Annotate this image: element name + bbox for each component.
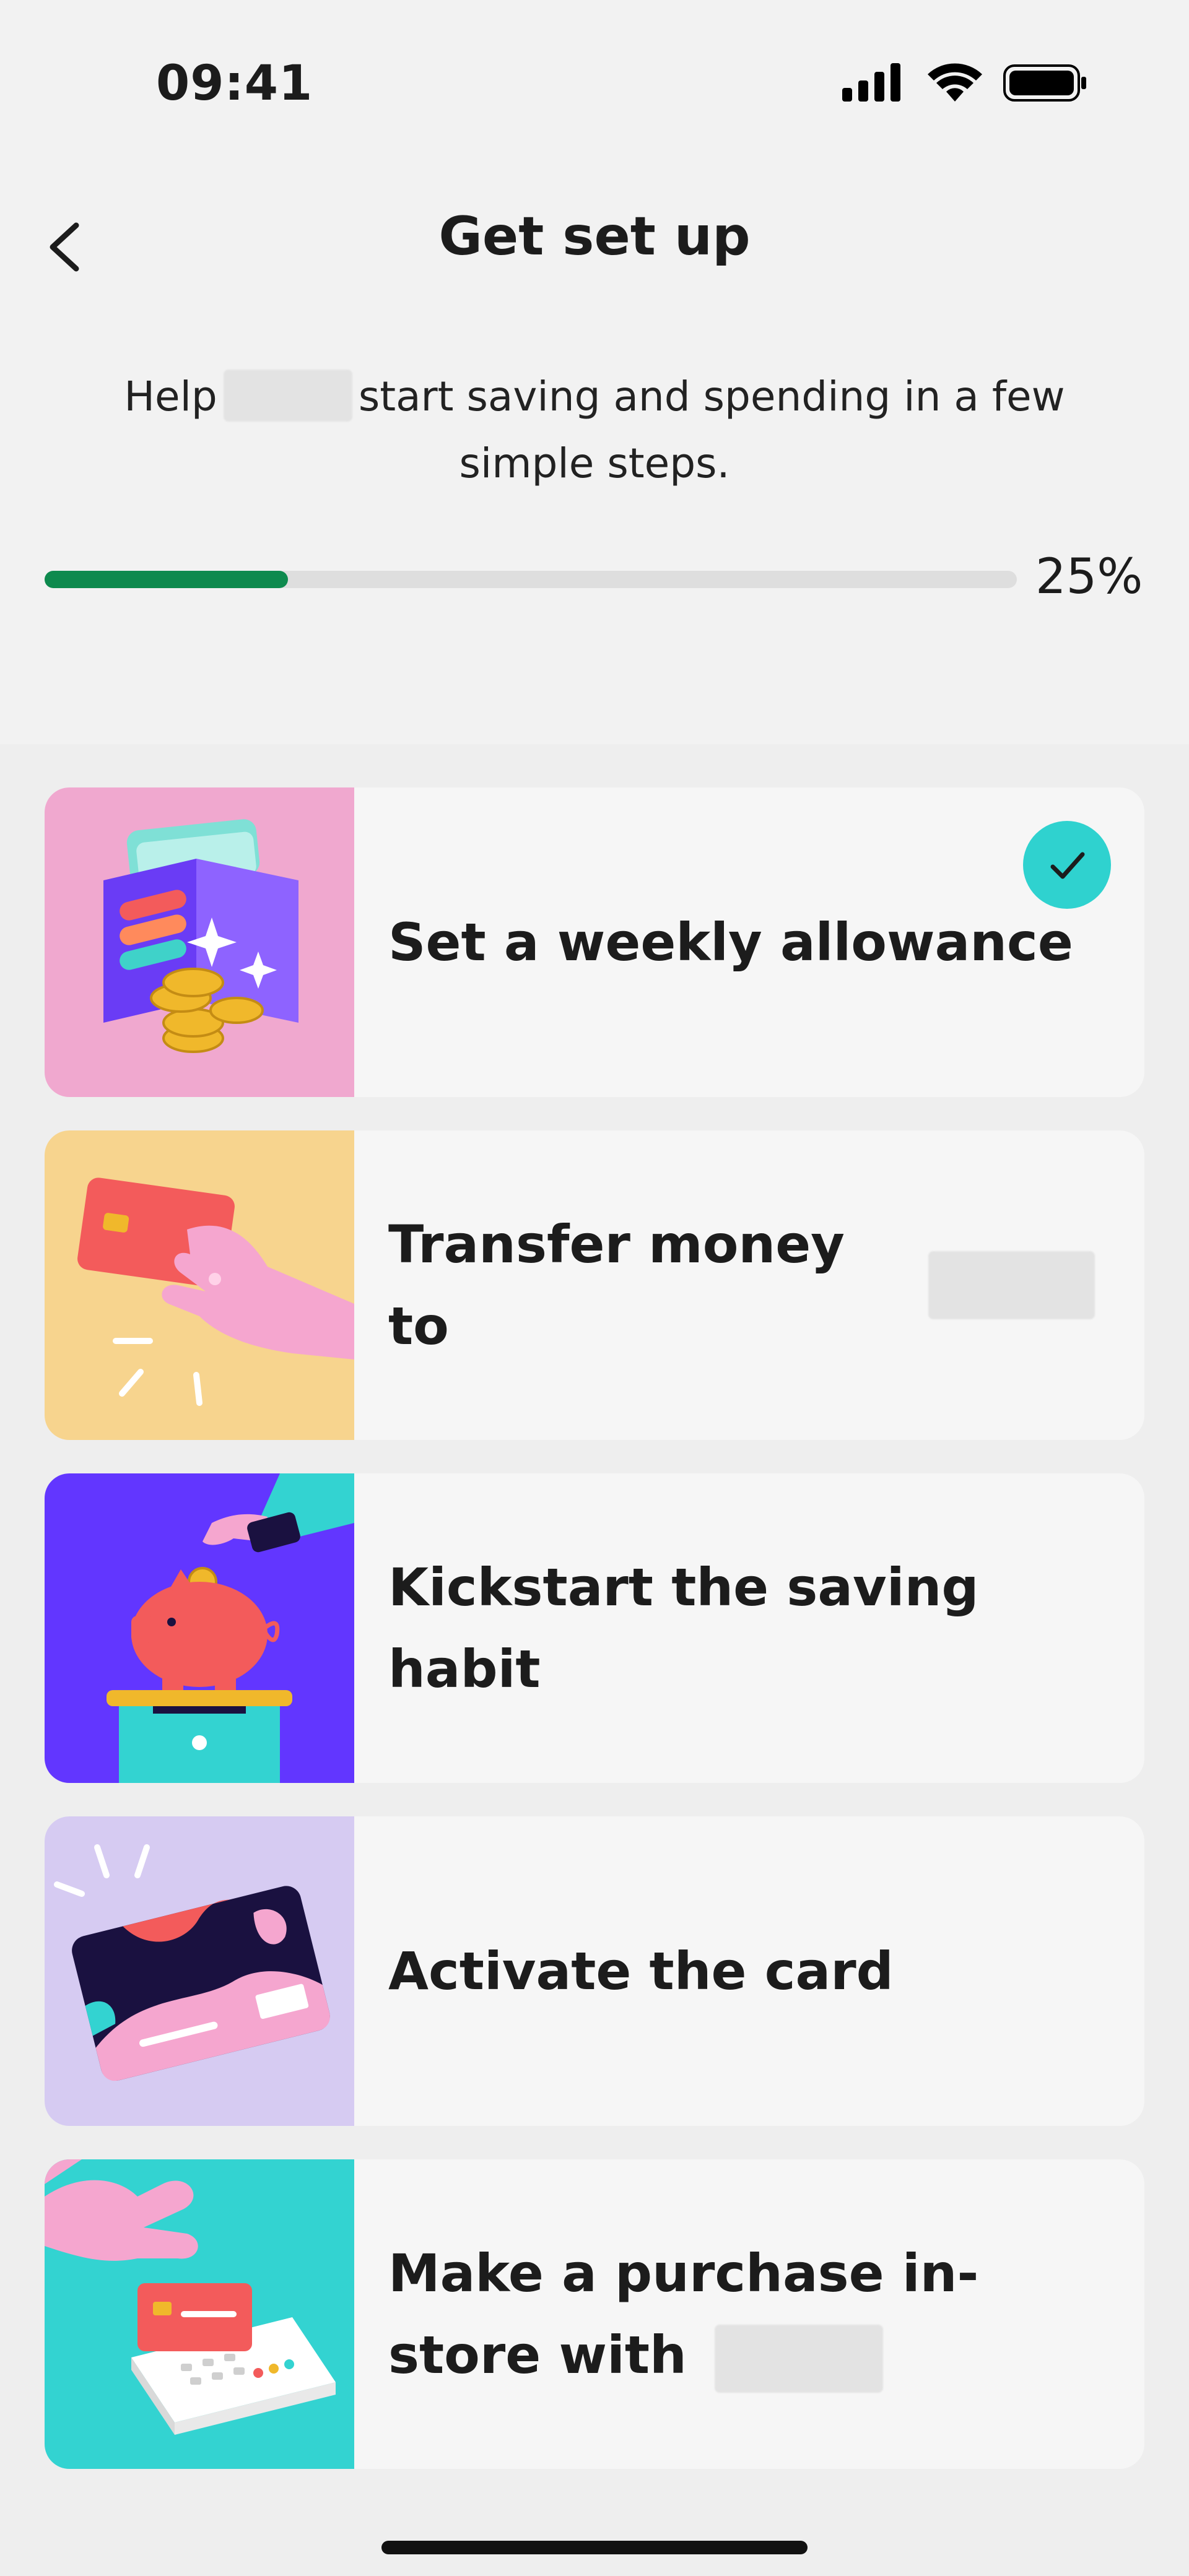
redacted-name bbox=[223, 369, 352, 422]
hand-card-illustration bbox=[45, 1130, 354, 1440]
wallet-coins-illustration bbox=[45, 787, 354, 1097]
task-label: Transfer money to bbox=[388, 1130, 1095, 1440]
signal-icon bbox=[842, 63, 900, 102]
intro-text: Help start saving and spending in a few s… bbox=[99, 363, 1090, 497]
task-kickstart-saving[interactable]: Kickstart the saving habit bbox=[45, 1473, 1144, 1783]
task-label: Activate the card bbox=[388, 1941, 894, 2001]
card-illustration bbox=[45, 1816, 354, 2126]
battery-icon bbox=[1003, 64, 1086, 102]
check-icon bbox=[1050, 852, 1085, 879]
task-label-text: Make a purchase in-store with bbox=[388, 2243, 979, 2385]
card-terminal-illustration bbox=[45, 2159, 354, 2469]
task-transfer-money[interactable]: Transfer money to bbox=[45, 1130, 1144, 1440]
home-indicator[interactable] bbox=[381, 2541, 808, 2554]
wifi-icon bbox=[928, 63, 982, 102]
setup-header: Get set up Help start saving and spending… bbox=[0, 162, 1189, 744]
task-label-text: Transfer money to bbox=[388, 1214, 845, 1356]
intro-text-start: Help bbox=[124, 373, 217, 420]
task-label: Set a weekly allowance bbox=[388, 912, 1073, 973]
page-title: Get set up bbox=[438, 206, 751, 267]
status-time: 09:41 bbox=[156, 56, 313, 111]
task-set-weekly-allowance[interactable]: Set a weekly allowance bbox=[45, 787, 1144, 1097]
task-make-purchase[interactable]: Make a purchase in-store with bbox=[45, 2159, 1144, 2469]
redacted-name bbox=[928, 1251, 1095, 1319]
status-icons bbox=[842, 61, 1090, 104]
progress-fill bbox=[45, 571, 288, 588]
progress-bar bbox=[45, 571, 1017, 588]
task-label: Make a purchase in-store with bbox=[388, 2159, 1095, 2469]
redacted-name bbox=[715, 2325, 884, 2393]
task-list: Set a weekly allowance Transfer money to… bbox=[45, 787, 1144, 2502]
status-bar: 09:41 bbox=[0, 0, 1189, 162]
intro-text-end: start saving and spending in a few simpl… bbox=[358, 373, 1065, 487]
progress-label: 25% bbox=[1035, 549, 1143, 605]
task-label: Kickstart the saving habit bbox=[388, 1557, 979, 1699]
piggy-bank-illustration bbox=[45, 1473, 354, 1783]
completed-check-badge bbox=[1023, 821, 1111, 909]
task-activate-card[interactable]: Activate the card bbox=[45, 1816, 1144, 2126]
